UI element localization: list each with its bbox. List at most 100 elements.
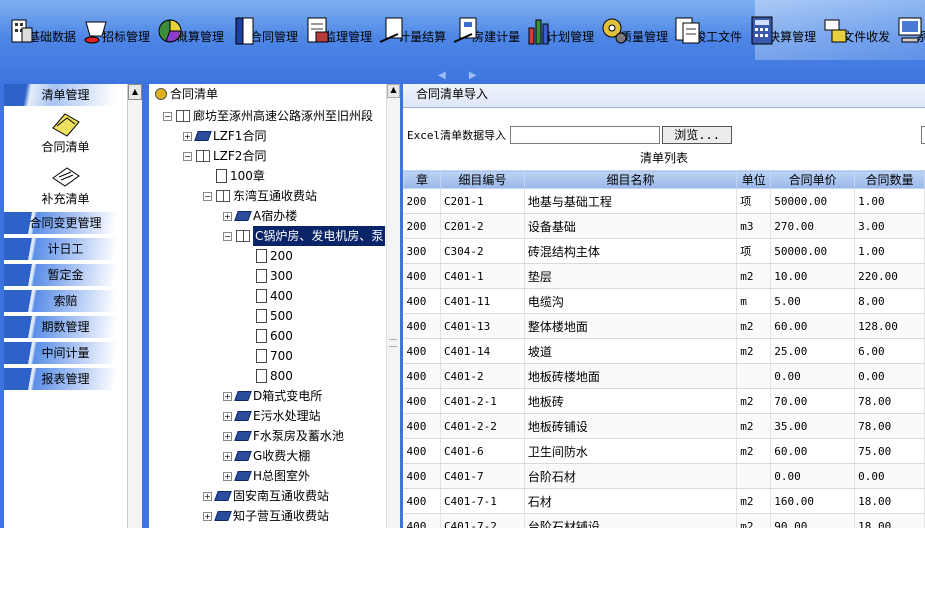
page-title: 合同清单导入: [403, 84, 925, 108]
expand-icon[interactable]: +: [223, 211, 232, 221]
column-header[interactable]: 单位: [736, 170, 772, 189]
tree-node[interactable]: + LZF1合同: [183, 126, 266, 146]
table-row[interactable]: 400 C401-6 卫生间防水 m2 60.00 75.00: [403, 438, 925, 464]
tree-node[interactable]: + E污水处理站: [223, 406, 321, 426]
expand-icon[interactable]: +: [223, 431, 232, 441]
contract-list-icon: [4, 110, 127, 138]
expand-icon[interactable]: +: [203, 511, 212, 521]
table-cell: 垫层: [524, 263, 738, 289]
tree-node[interactable]: 800: [243, 366, 293, 386]
nav-section-2[interactable]: 计日工: [4, 238, 127, 260]
node-cube-icon: [234, 471, 252, 481]
toolbar-button-7[interactable]: 房建计量: [452, 8, 526, 46]
tree-node[interactable]: 700: [243, 346, 293, 366]
table-cell: 400: [403, 263, 441, 289]
table-row[interactable]: 400 C401-14 坡道 m2 25.00 6.00: [403, 338, 925, 364]
column-header[interactable]: 细目名称: [523, 170, 738, 189]
toolbar-button-11[interactable]: 决算管理: [748, 8, 822, 46]
tree-node[interactable]: 200: [243, 246, 293, 266]
table-cell: C401-13: [440, 313, 525, 339]
expand-icon[interactable]: +: [203, 491, 212, 501]
toolbar-button-1[interactable]: 基础数据: [8, 8, 82, 46]
toolbar-button-5[interactable]: 监理管理: [304, 8, 378, 46]
expand-icon[interactable]: +: [223, 391, 232, 401]
toolbar-button-10[interactable]: 竣工文件: [674, 8, 748, 46]
tree-node[interactable]: − 东湾互通收费站: [203, 186, 317, 206]
browse-button[interactable]: 浏览...: [662, 126, 733, 144]
table-row[interactable]: 400 C401-2-1 地板砖 m2 70.00 78.00: [403, 388, 925, 414]
table-row[interactable]: 400 C401-2 地板砖楼地面 0.00 0.00: [403, 363, 925, 389]
tree-node-label: 800: [270, 369, 293, 383]
nav-section-1[interactable]: 合同变更管理: [4, 212, 127, 234]
table-cell: 400: [403, 513, 441, 528]
nav-section-4[interactable]: 索赔: [4, 290, 127, 312]
left-nav-scrollbar[interactable]: ▲: [127, 84, 142, 528]
expand-icon[interactable]: +: [223, 411, 232, 421]
toolbar-button-13[interactable]: 系统管理: [896, 8, 925, 46]
scroll-up-icon[interactable]: ▲: [387, 84, 400, 98]
table-cell: 台阶石材: [524, 463, 738, 489]
nav-header-bill-management[interactable]: 清单管理: [4, 84, 127, 106]
table-row[interactable]: 400 C401-2-2 地板砖铺设 m2 35.00 78.00: [403, 413, 925, 439]
toolbar-button-12[interactable]: 文件收发: [822, 8, 896, 46]
tree-node[interactable]: + 固安南互通收费站: [203, 486, 329, 506]
node-cube-icon: [234, 431, 252, 441]
table-row[interactable]: 400 C401-7 台阶石材 0.00 0.00: [403, 463, 925, 489]
toolbar-button-8[interactable]: 计划管理: [526, 8, 600, 46]
nav-section-6[interactable]: 中间计量: [4, 342, 127, 364]
toolbar-button-4[interactable]: 合同管理: [230, 8, 304, 46]
collapse-icon[interactable]: −: [223, 231, 232, 241]
tree-node[interactable]: − 廊坊至涿州高速公路涿州至旧州段: [163, 106, 373, 126]
tree-scrollbar[interactable]: ▲: [386, 84, 400, 528]
collapse-icon[interactable]: −: [183, 151, 192, 161]
toolbar-button-2[interactable]: 招标管理: [82, 8, 156, 46]
nav-item-contract-list[interactable]: 合同清单: [4, 110, 127, 160]
expand-icon[interactable]: +: [223, 451, 232, 461]
nav-section-7[interactable]: 报表管理: [4, 368, 127, 390]
collapse-icon[interactable]: −: [203, 191, 212, 201]
expand-icon[interactable]: +: [223, 471, 232, 481]
tree-node[interactable]: + G收费大棚: [223, 446, 310, 466]
collapse-icon[interactable]: −: [163, 111, 172, 121]
column-header[interactable]: 章: [403, 170, 441, 189]
tree-node[interactable]: − LZF2合同: [183, 146, 266, 166]
nav-section-5[interactable]: 期数管理: [4, 316, 127, 338]
file-path-input[interactable]: [510, 126, 661, 144]
tree-node[interactable]: + H总图室外: [223, 466, 310, 486]
tree-node[interactable]: + A宿办楼: [223, 206, 297, 226]
toolbar-button-9[interactable]: 质量管理: [600, 8, 674, 46]
table-cell: 50000.00: [770, 188, 856, 214]
toolbar-button-3[interactable]: 概算管理: [156, 8, 230, 46]
table-row[interactable]: 400 C401-7-2 台阶石材铺设 m2 90.00 18.00: [403, 513, 925, 528]
table-cell: 400: [403, 288, 441, 314]
tree-node[interactable]: + F水泵房及蓄水池: [223, 426, 344, 446]
column-header[interactable]: 合同数量: [854, 170, 925, 189]
table-row[interactable]: 200 C201-1 地基与基础工程项 50000.00 1.00: [403, 188, 925, 214]
tree-node[interactable]: 500: [243, 306, 293, 326]
table-row[interactable]: 300 C304-2 砖混结构主体项 50000.00 1.00: [403, 238, 925, 264]
toolbar-button-6[interactable]: 计量结算: [378, 8, 452, 46]
table-row[interactable]: 200 C201-2 设备基础 m3 270.00 3.00: [403, 213, 925, 239]
nav-section-3[interactable]: 暂定金: [4, 264, 127, 286]
expand-icon[interactable]: +: [183, 131, 192, 141]
tree-node[interactable]: 400: [243, 286, 293, 306]
column-header[interactable]: 合同单价: [770, 170, 856, 189]
tree-node[interactable]: 300: [243, 266, 293, 286]
table-row[interactable]: 400 C401-1 垫层 m2 10.00 220.00: [403, 263, 925, 289]
table-cell: [736, 363, 772, 389]
scroll-up-icon[interactable]: ▲: [128, 84, 142, 100]
tree-node[interactable]: + 知子营互通收费站: [203, 506, 329, 526]
table-row[interactable]: 400 C401-7-1 石材 m2 160.00 18.00: [403, 488, 925, 514]
tree-node[interactable]: − C锅炉房、发电机房、泵: [223, 226, 386, 246]
column-header[interactable]: 细目编号: [439, 170, 525, 189]
scroll-grip[interactable]: [389, 339, 397, 347]
tree-node[interactable]: 100章: [203, 166, 265, 186]
tree-node[interactable]: + D箱式变电所: [223, 386, 322, 406]
banner-arrows[interactable]: ◀ ▶: [438, 70, 487, 81]
import-button-edge[interactable]: [921, 126, 925, 144]
tree-node[interactable]: 600: [243, 326, 293, 346]
tree-root[interactable]: 合同清单: [155, 84, 218, 104]
table-row[interactable]: 400 C401-11 电缆沟 m 5.00 8.00: [403, 288, 925, 314]
table-row[interactable]: 400 C401-13 整体楼地面 m2 60.00 128.00: [403, 313, 925, 339]
nav-item-supplement-list[interactable]: 补充清单: [4, 162, 127, 212]
